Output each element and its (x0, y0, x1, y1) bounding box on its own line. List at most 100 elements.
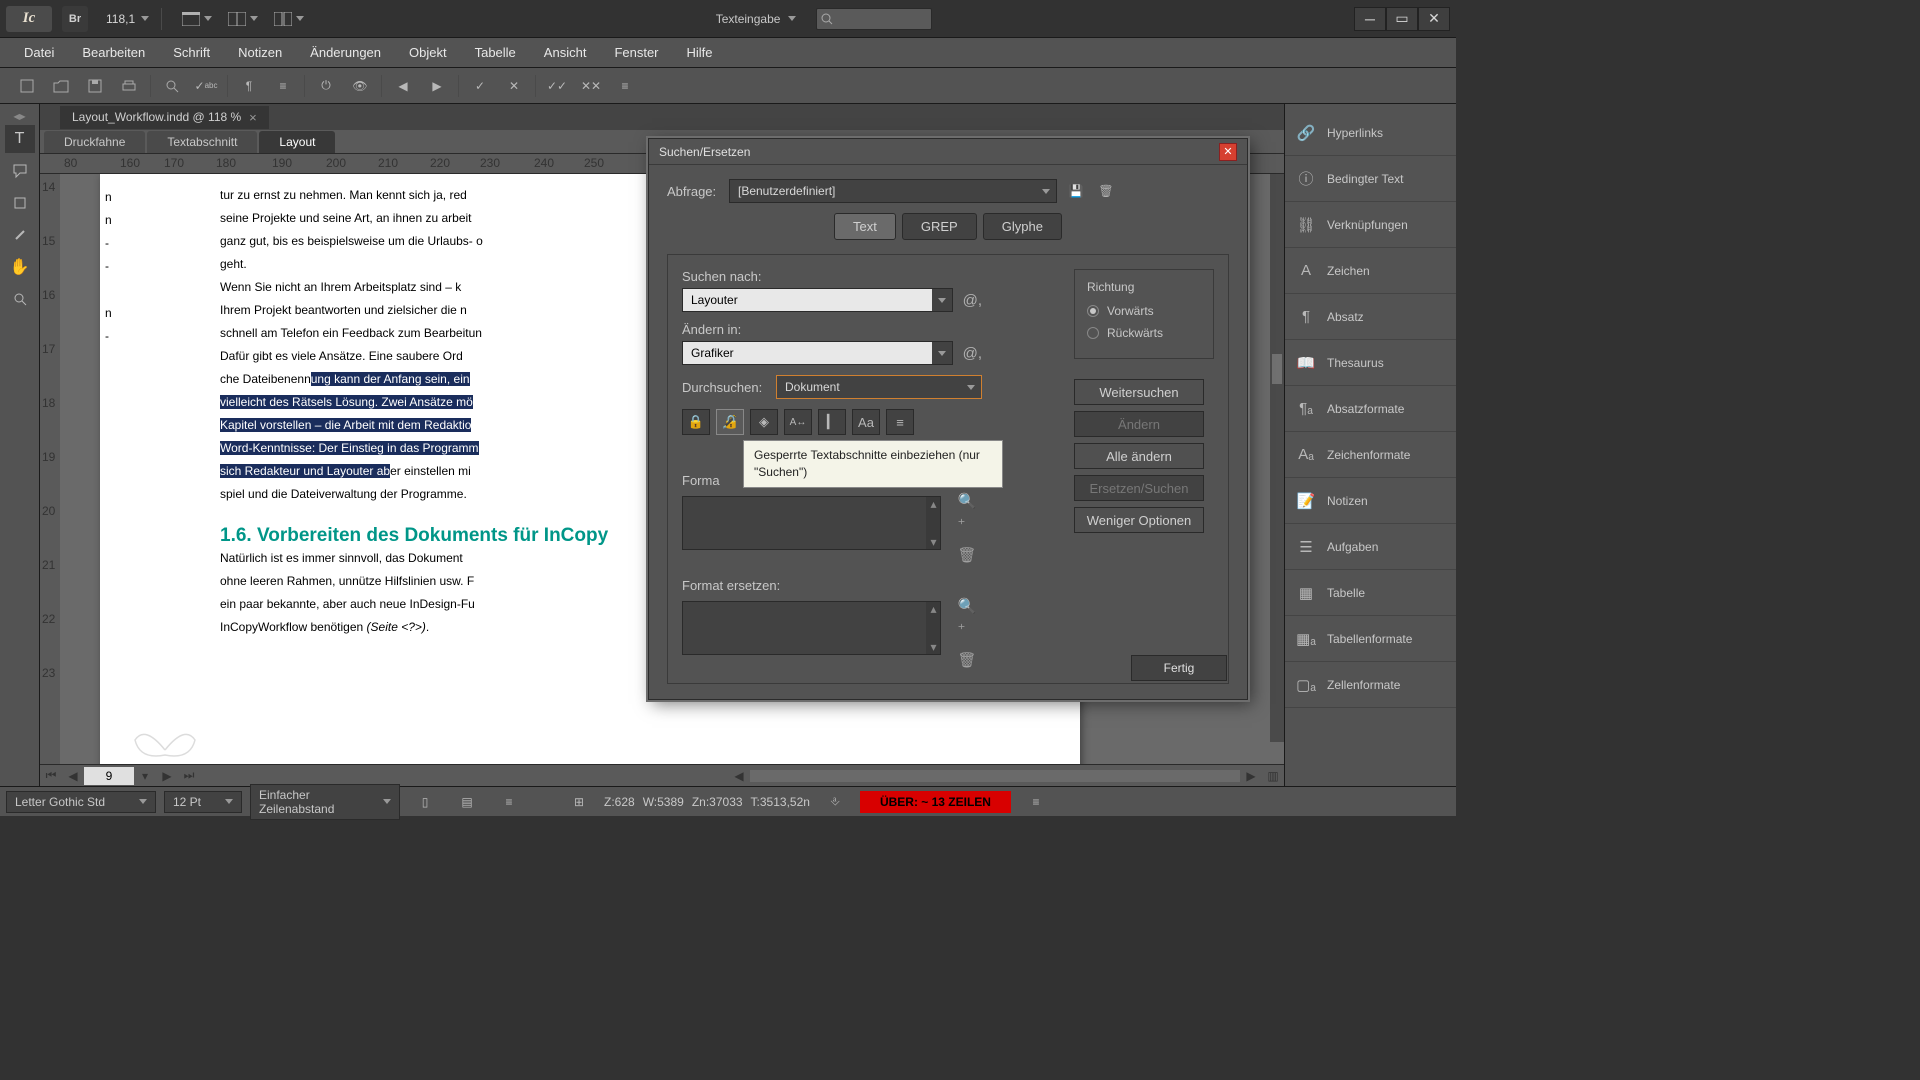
menu-lines-icon[interactable]: ≡ (268, 73, 298, 99)
tab-layout[interactable]: Layout (259, 131, 335, 153)
whole-word-icon[interactable]: ≡ (886, 409, 914, 435)
panel-thesaurus[interactable]: 📖Thesaurus (1285, 340, 1456, 386)
search-input[interactable]: Layouter (682, 288, 953, 312)
menu-notizen[interactable]: Notizen (224, 41, 296, 64)
panel-table[interactable]: ▦Tabelle (1285, 570, 1456, 616)
panel-assignments[interactable]: ☰Aufgaben (1285, 524, 1456, 570)
menu-schrift[interactable]: Schrift (159, 41, 224, 64)
panel-character[interactable]: AZeichen (1285, 248, 1456, 294)
tab-textabschnitt[interactable]: Textabschnitt (147, 131, 257, 153)
locked-stories-icon[interactable]: 🔏 (716, 409, 744, 435)
prev-icon[interactable]: ◀ (388, 73, 418, 99)
menu-icon[interactable]: ≡ (494, 789, 524, 815)
maximize-button[interactable]: ▭ (1386, 7, 1418, 31)
replace-format-box[interactable]: ▴▾ (682, 601, 941, 655)
arrange-icon[interactable] (270, 6, 296, 32)
bridge-logo[interactable]: Br (62, 6, 88, 32)
delete-query-icon[interactable]: 🗑 (1095, 180, 1117, 202)
special-char-button[interactable]: @, (963, 292, 982, 309)
scroll-left-button[interactable]: ◀ (728, 766, 750, 786)
menu-objekt[interactable]: Objekt (395, 41, 461, 64)
new-icon[interactable] (12, 73, 42, 99)
eyedropper-tool[interactable] (5, 221, 35, 249)
reject-all-icon[interactable]: ✕✕ (576, 73, 606, 99)
done-button[interactable]: Fertig (1131, 655, 1227, 681)
workspace-dropdown[interactable]: Texteingabe (716, 12, 797, 26)
next-icon[interactable]: ▶ (422, 73, 452, 99)
next-page-button[interactable]: ▶ (156, 766, 178, 786)
tab-text[interactable]: Text (834, 213, 896, 240)
view-mode-icon[interactable] (178, 6, 204, 32)
type-tool[interactable]: T (5, 125, 35, 153)
menu-bearbeiten[interactable]: Bearbeiten (68, 41, 159, 64)
change-find-button[interactable]: Ersetzen/Suchen (1074, 475, 1204, 501)
locked-layers-icon[interactable]: 🔒 (682, 409, 710, 435)
replace-format-clear-button[interactable]: 🗑 (957, 651, 982, 669)
chevron-down-icon[interactable] (250, 16, 258, 21)
panel-table-styles[interactable]: ▦ₐTabellenformate (1285, 616, 1456, 662)
menu-fenster[interactable]: Fenster (600, 41, 672, 64)
stats-icon[interactable]: ⊞ (564, 789, 594, 815)
find-icon[interactable] (157, 73, 187, 99)
page-dropdown[interactable]: ▾ (134, 766, 156, 786)
scrollbar-horizontal[interactable] (750, 770, 1240, 782)
change-all-button[interactable]: Alle ändern (1074, 443, 1204, 469)
chevron-down-icon[interactable] (296, 16, 304, 21)
menu-ansicht[interactable]: Ansicht (530, 41, 601, 64)
first-page-button[interactable]: ⏮ (40, 766, 62, 786)
tab-grep[interactable]: GREP (902, 213, 977, 240)
change-button[interactable]: Ändern (1074, 411, 1204, 437)
reject-icon[interactable]: ✕ (499, 73, 529, 99)
panel-paragraph[interactable]: ¶Absatz (1285, 294, 1456, 340)
panel-paragraph-styles[interactable]: ¶ₐAbsatzformate (1285, 386, 1456, 432)
eye-icon[interactable]: 👁 (345, 73, 375, 99)
power-icon[interactable]: ⏻ (311, 73, 341, 99)
scope-dropdown[interactable]: Dokument (776, 375, 982, 399)
document-tab[interactable]: Layout_Workflow.indd @ 118 % × (60, 106, 269, 129)
prev-page-button[interactable]: ◀ (62, 766, 84, 786)
change-input[interactable]: Grafiker (682, 341, 953, 365)
zoom-tool[interactable] (5, 285, 35, 313)
tab-druckfahne[interactable]: Druckfahne (44, 131, 145, 153)
overset-icon[interactable]: ⎀ (820, 789, 850, 815)
position-tool[interactable] (5, 189, 35, 217)
menu-hilfe[interactable]: Hilfe (673, 41, 727, 64)
panel-character-styles[interactable]: AₐZeichenformate (1285, 432, 1456, 478)
chevron-down-icon[interactable] (204, 16, 212, 21)
column-icon[interactable]: ▯ (410, 789, 440, 815)
menu-icon[interactable]: ≡ (1021, 789, 1051, 815)
close-button[interactable]: ✕ (1418, 7, 1450, 31)
footnotes-icon[interactable]: ▎ (818, 409, 846, 435)
special-char-button[interactable]: @, (963, 345, 982, 362)
dialog-close-button[interactable]: ✕ (1219, 143, 1237, 161)
minimize-button[interactable]: ─ (1354, 7, 1386, 31)
page-number-input[interactable]: 9 (84, 767, 134, 785)
scroll-right-button[interactable]: ▶ (1240, 766, 1262, 786)
font-dropdown[interactable]: Letter Gothic Std (6, 791, 156, 813)
radio-backward[interactable]: Rückwärts (1087, 326, 1201, 340)
master-pages-icon[interactable]: A↔ (784, 409, 812, 435)
leading-dropdown[interactable]: Einfacher Zeilenabstand (250, 784, 400, 820)
print-icon[interactable] (114, 73, 144, 99)
find-format-clear-button[interactable]: 🗑 (957, 546, 982, 564)
case-sensitive-icon[interactable]: Aa (852, 409, 880, 435)
align-icon[interactable]: ▤ (452, 789, 482, 815)
panel-conditional-text[interactable]: ⓘBedingter Text (1285, 156, 1456, 202)
fewer-options-button[interactable]: Weniger Optionen (1074, 507, 1204, 533)
save-query-icon[interactable]: 💾 (1065, 180, 1087, 202)
spellcheck-icon[interactable]: ✓abc (191, 73, 221, 99)
hidden-layers-icon[interactable]: ◈ (750, 409, 778, 435)
size-dropdown[interactable]: 12 Pt (164, 791, 242, 813)
dialog-titlebar[interactable]: Suchen/Ersetzen ✕ (649, 139, 1247, 165)
find-format-add-button[interactable]: 🔍₊ (957, 492, 982, 528)
panel-cell-styles[interactable]: ▢ₐZellenformate (1285, 662, 1456, 708)
menu-aenderungen[interactable]: Änderungen (296, 41, 395, 64)
hand-tool[interactable]: ✋ (5, 253, 35, 281)
open-icon[interactable] (46, 73, 76, 99)
scrollbar-vertical[interactable] (1270, 174, 1284, 742)
menu-tabelle[interactable]: Tabelle (461, 41, 530, 64)
panel-links[interactable]: ⛓Verknüpfungen (1285, 202, 1456, 248)
pilcrow-icon[interactable]: ¶ (234, 73, 264, 99)
radio-forward[interactable]: Vorwärts (1087, 304, 1201, 318)
accept-all-icon[interactable]: ✓✓ (542, 73, 572, 99)
